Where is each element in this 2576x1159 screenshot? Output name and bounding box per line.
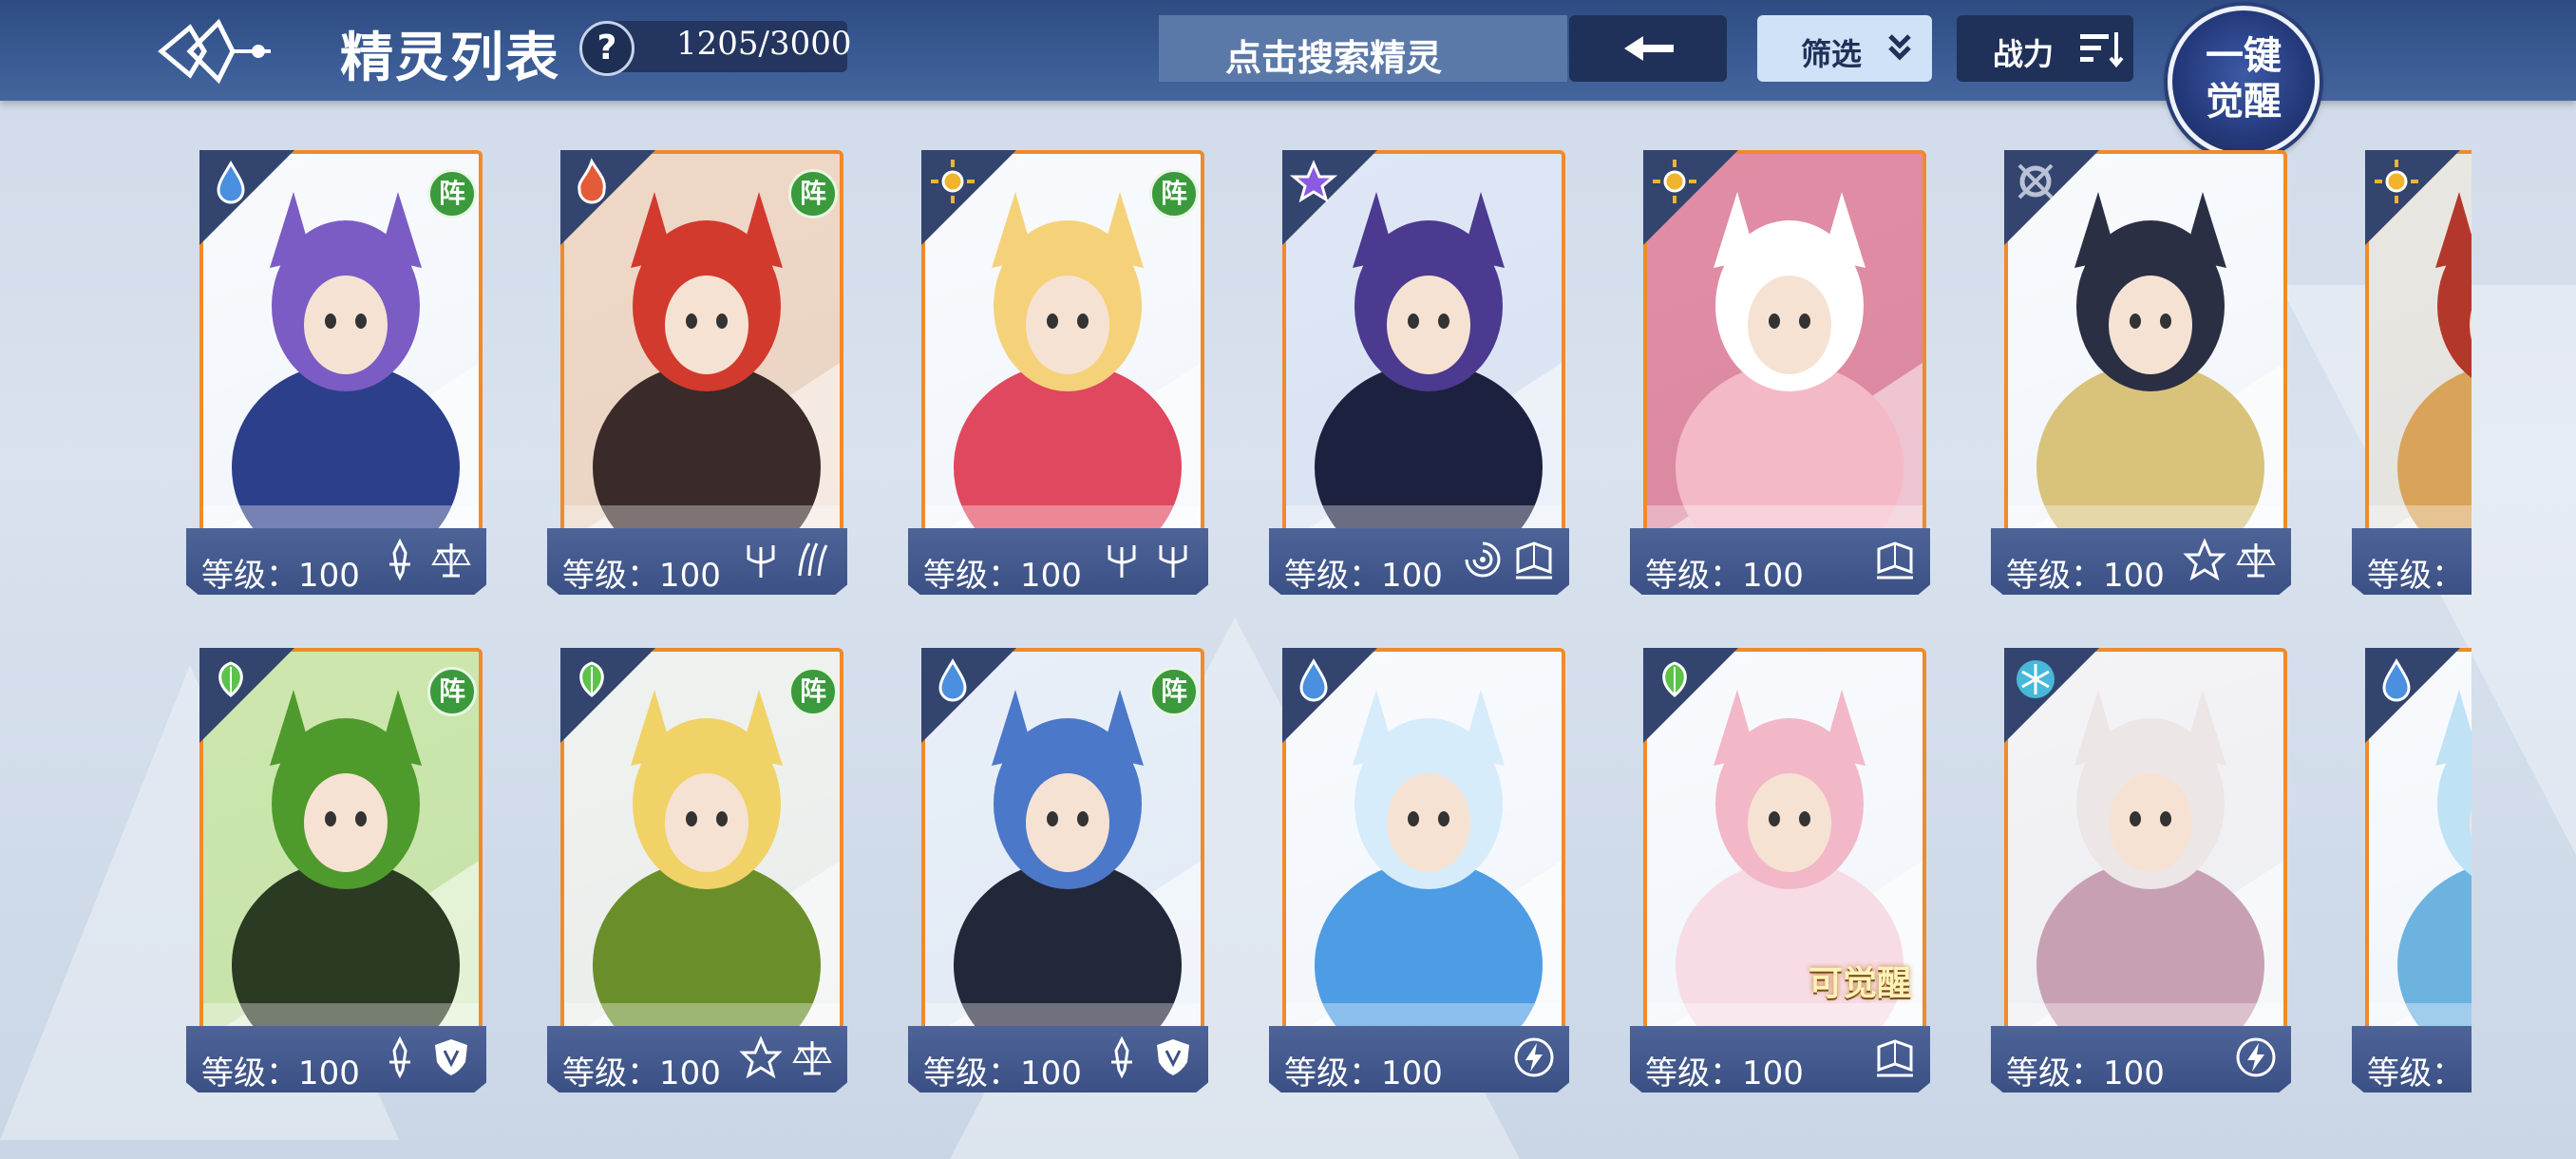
- sword-icon: [1111, 1036, 1132, 1079]
- spirit-card[interactable]: 等级：: [2352, 150, 2472, 597]
- level-label: 等级：100: [201, 557, 360, 595]
- light-element-icon: [931, 160, 975, 203]
- light-element-icon: [1653, 160, 1696, 203]
- spirit-card[interactable]: 等级：100: [1269, 150, 1569, 597]
- level-label: 等级：100: [1284, 1054, 1443, 1092]
- light-element-icon: [2375, 160, 2418, 203]
- level-label: 等级：100: [562, 1054, 721, 1092]
- spirit-card[interactable]: 可觉醒等级：100: [1630, 648, 1930, 1094]
- book-icon: [1877, 542, 1913, 580]
- lightning-icon: [2236, 1037, 2276, 1077]
- level-label: 等级：100: [923, 557, 1082, 595]
- arrow-left-icon: [1624, 36, 1674, 61]
- trident-icon: [1108, 545, 1136, 578]
- trident-icon: [747, 545, 775, 578]
- shield-icon: [1157, 1039, 1189, 1075]
- formation-badge: 阵: [788, 667, 838, 716]
- spirit-card[interactable]: 等级：100: [1630, 150, 1930, 597]
- formation-badge: 阵: [427, 169, 477, 218]
- grass-element-icon: [1662, 661, 1687, 697]
- lightning-icon: [1514, 1037, 1554, 1077]
- level-label: 等级：: [2367, 557, 2464, 595]
- grass-element-icon: [218, 661, 243, 697]
- scale-icon: [792, 1041, 832, 1075]
- power-label: 战力: [1993, 36, 2055, 72]
- spirit-card[interactable]: 阵等级：100: [908, 648, 1208, 1094]
- formation-badge: 阵: [1149, 667, 1199, 716]
- level-label: 等级：100: [2006, 1054, 2165, 1092]
- level-label: 等级：100: [562, 557, 721, 595]
- star-icon: [739, 1036, 783, 1079]
- sword-icon: [389, 1036, 410, 1079]
- back-arrow-button[interactable]: [1569, 15, 1727, 82]
- water-element-icon: [2382, 658, 2411, 702]
- search-label: 点击搜索精灵: [1225, 37, 1443, 79]
- spirit-card[interactable]: 等级：: [2352, 648, 2472, 1094]
- awaken-line2: 觉醒: [2206, 80, 2282, 124]
- level-label: 等级：100: [2006, 557, 2165, 595]
- spirit-card[interactable]: 阵等级：100: [186, 648, 486, 1094]
- shield-icon: [435, 1039, 467, 1075]
- claw-icon: [798, 542, 828, 577]
- scale-icon: [431, 543, 471, 578]
- trident-icon: [1159, 545, 1187, 578]
- level-label: 等级：100: [201, 1054, 360, 1092]
- water-element-icon: [217, 161, 245, 204]
- dark-element-icon: [1289, 160, 1338, 203]
- formation-badge: 阵: [427, 667, 477, 716]
- vortex-icon: [1465, 542, 1501, 578]
- ice-element-icon: [2017, 660, 2055, 698]
- fire-element-icon: [578, 158, 606, 204]
- spirit-card[interactable]: 阵等级：100: [547, 150, 847, 597]
- formation-badge: 阵: [1149, 169, 1199, 218]
- mechanic-element-icon: [2017, 163, 2054, 200]
- spirit-card[interactable]: 等级：100: [1991, 648, 2291, 1094]
- water-element-icon: [1299, 658, 1328, 702]
- sword-icon: [389, 538, 410, 581]
- book-icon: [1877, 1039, 1913, 1077]
- level-label: 等级：100: [1284, 557, 1443, 595]
- grass-element-icon: [579, 661, 604, 697]
- level-label: 等级：100: [1645, 1054, 1804, 1092]
- awakenable-tag: 可觉醒: [1809, 964, 1912, 1003]
- page-title: 精灵列表: [340, 28, 560, 89]
- spirit-card[interactable]: 阵等级：100: [908, 150, 1208, 597]
- star-icon: [2183, 538, 2226, 581]
- spirit-count: 1205/3000: [676, 25, 852, 63]
- spirit-card[interactable]: 等级：100: [1269, 648, 1569, 1094]
- spirit-card[interactable]: 阵等级：100: [186, 150, 486, 597]
- book-icon: [1516, 542, 1552, 580]
- spirit-card[interactable]: 等级：100: [1991, 150, 2291, 597]
- scale-icon: [2236, 543, 2276, 578]
- help-button[interactable]: ?: [579, 21, 635, 76]
- water-element-icon: [938, 658, 967, 702]
- formation-badge: 阵: [788, 169, 838, 218]
- one-click-awaken-button[interactable]: 一键 觉醒: [2168, 6, 2320, 158]
- filter-label: 筛选: [1801, 36, 1863, 72]
- awaken-label: 一键 觉醒: [2172, 33, 2315, 124]
- level-label: 等级：: [2367, 1054, 2464, 1092]
- level-label: 等级：100: [1645, 557, 1804, 595]
- spirit-card[interactable]: 阵等级：100: [547, 648, 847, 1094]
- awaken-line1: 一键: [2206, 34, 2282, 78]
- level-label: 等级：100: [923, 1054, 1082, 1092]
- back-logo-icon[interactable]: [152, 13, 275, 89]
